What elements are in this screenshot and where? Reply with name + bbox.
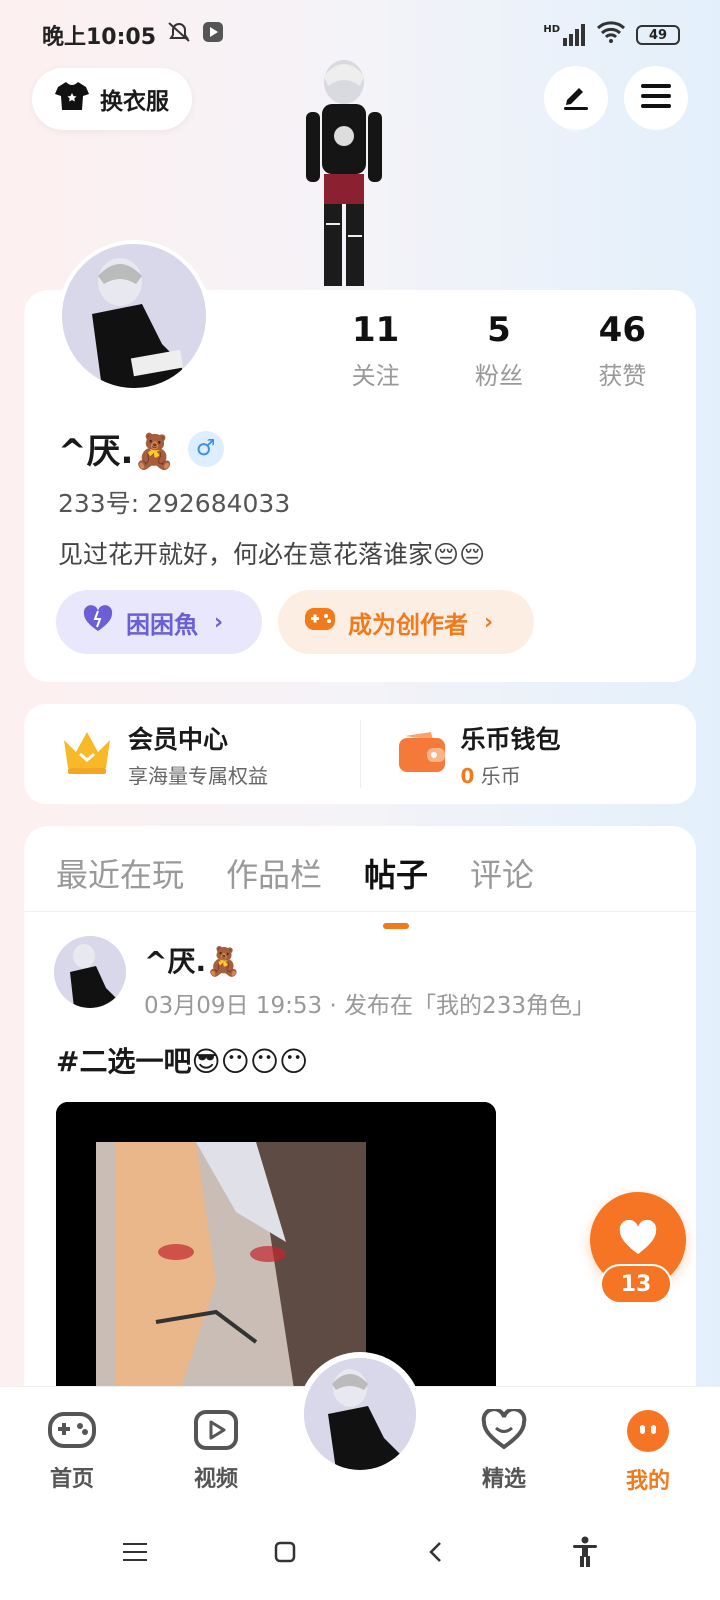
app-notification-icon	[202, 21, 224, 49]
crown-icon	[60, 728, 114, 780]
back-button[interactable]	[415, 1532, 455, 1572]
nav-mine-label: 我的	[625, 1469, 670, 1494]
gamepad-icon	[47, 1409, 97, 1455]
accessibility-button[interactable]	[565, 1532, 605, 1572]
nav-featured-label: 精选	[481, 1467, 526, 1492]
post-author-name[interactable]: ^厌.🧸	[144, 940, 241, 980]
bio: 见过花开就好，何必在意花落谁家😔😔	[58, 540, 486, 569]
change-outfit-button[interactable]: 换衣服	[32, 68, 192, 130]
system-nav-bar	[0, 1504, 720, 1600]
nav-featured[interactable]: 精选	[432, 1387, 576, 1504]
wallet-title: 乐币钱包	[460, 724, 561, 754]
username-row: ^厌.🧸 ♂	[58, 424, 224, 473]
heart-icon	[618, 1219, 658, 1260]
clock: 晚上10:05	[42, 25, 157, 50]
nav-video-label: 视频	[193, 1467, 238, 1492]
network-badge: HD	[543, 24, 560, 35]
vip-wallet-card: 会员中心 享海量专属权益 乐币钱包 0 乐币	[24, 704, 696, 804]
sleepy-fish-tag-button[interactable]: 困困魚 ›	[56, 590, 262, 654]
menu-icon	[641, 83, 671, 113]
post-meta: 03月09日 19:53 · 发布在「我的233角色」	[144, 993, 595, 1019]
nav-home[interactable]: 首页	[0, 1387, 144, 1504]
tab-comments[interactable]: 评论	[470, 850, 534, 911]
post-author-avatar[interactable]	[54, 936, 126, 1008]
gender-male-icon: ♂	[187, 430, 224, 467]
member-center-subtitle: 享海量专属权益	[128, 763, 268, 788]
post-text[interactable]: #二选一吧😎😶😶😶	[56, 1040, 308, 1080]
username: ^厌.🧸	[58, 432, 176, 472]
shirt-icon	[54, 80, 90, 118]
like-count: 13	[600, 1264, 672, 1304]
recent-apps-button[interactable]	[115, 1532, 155, 1572]
tab-posts[interactable]: 帖子	[364, 850, 428, 929]
edit-icon	[561, 82, 591, 114]
edit-button[interactable]	[544, 66, 608, 130]
followers-label: 粉丝	[474, 362, 523, 390]
change-outfit-label: 换衣服	[100, 89, 169, 115]
menu-lines-icon	[123, 1543, 147, 1561]
chevron-right-icon: ›	[484, 609, 494, 635]
coin-unit: 乐币	[480, 763, 521, 788]
following-stat[interactable]: 11 关注	[314, 310, 437, 391]
wallet-balance: 0 乐币	[461, 760, 561, 789]
wifi-icon	[596, 21, 626, 49]
menu-button[interactable]	[624, 66, 688, 130]
tab-recently-played[interactable]: 最近在玩	[56, 850, 184, 911]
following-label: 关注	[351, 362, 400, 390]
profile-stats: 11 关注 5 粉丝 46 获赞	[314, 310, 684, 391]
square-icon	[274, 1541, 296, 1563]
nav-home-label: 首页	[49, 1467, 94, 1492]
home-button[interactable]	[265, 1532, 305, 1572]
avatar-3d-figure[interactable]	[296, 56, 390, 288]
become-creator-label: 成为创作者	[348, 610, 468, 639]
chevron-left-icon	[429, 1542, 441, 1562]
followers-count: 5	[487, 310, 511, 350]
post-image[interactable]	[56, 1102, 496, 1402]
nav-avatar	[304, 1358, 416, 1470]
tab-works[interactable]: 作品栏	[226, 850, 322, 911]
accessibility-icon	[573, 1536, 597, 1567]
followers-stat[interactable]: 5 粉丝	[437, 310, 560, 391]
face-icon	[626, 1409, 670, 1457]
likes-stat[interactable]: 46 获赞	[561, 310, 684, 391]
sleepy-fish-label: 困困魚	[126, 610, 198, 639]
wallet-icon	[397, 730, 447, 778]
nav-mine[interactable]: 我的	[576, 1387, 720, 1504]
gamepad-icon	[304, 606, 336, 638]
coin-amount: 0	[460, 763, 475, 788]
likes-label: 获赞	[598, 362, 647, 390]
nav-video[interactable]: 视频	[144, 1387, 288, 1504]
profile-tabs: 最近在玩 作品栏 帖子 评论	[24, 826, 696, 929]
likes-count: 46	[598, 310, 646, 350]
nav-avatar-button[interactable]	[298, 1352, 422, 1476]
heart-icon	[481, 1407, 527, 1455]
heart-icon	[82, 605, 114, 639]
member-center-entry[interactable]: 会员中心 享海量专属权益	[24, 704, 360, 804]
wallet-entry[interactable]: 乐币钱包 0 乐币	[361, 704, 697, 804]
signal-icon: HD	[543, 24, 586, 46]
battery-icon: 49	[636, 25, 680, 45]
member-center-title: 会员中心	[128, 724, 229, 754]
play-icon	[193, 1409, 239, 1455]
content-card: 最近在玩 作品栏 帖子 评论 ^厌.🧸 03月09日 19:53 · 发布在「我…	[24, 826, 696, 1402]
profile-avatar[interactable]	[58, 240, 210, 392]
user-id[interactable]: 233号: 292684033	[58, 484, 290, 520]
following-count: 11	[352, 310, 400, 350]
become-creator-button[interactable]: 成为创作者 ›	[278, 590, 534, 654]
chevron-right-icon: ›	[214, 609, 224, 635]
mute-icon	[166, 20, 192, 50]
